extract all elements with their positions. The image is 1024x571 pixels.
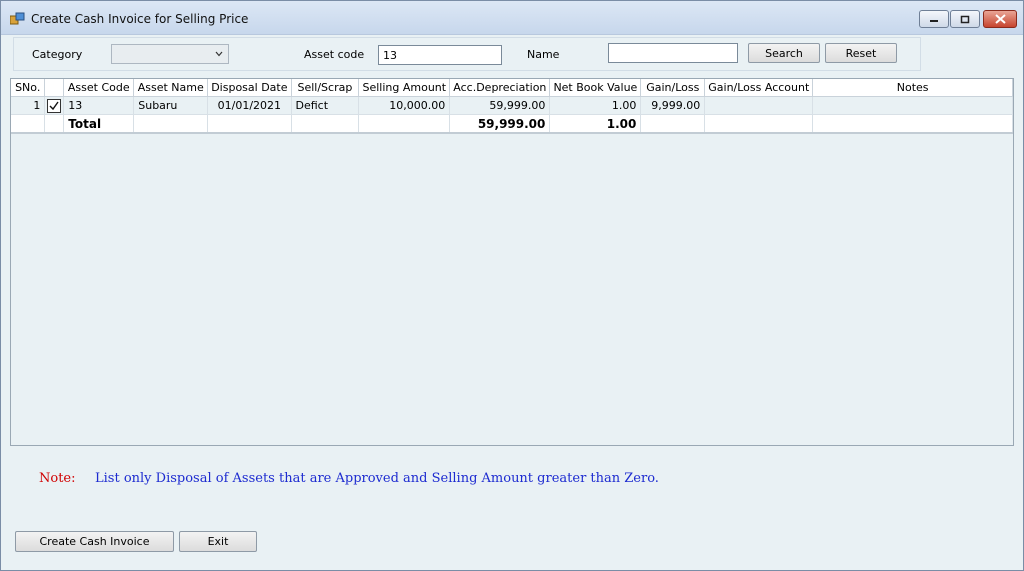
col-acc-depreciation[interactable]: Acc.Depreciation [449,79,551,97]
cell-select[interactable] [44,96,65,115]
cell-disposal-date: 01/01/2021 [207,96,292,115]
checkmark-icon [49,101,59,110]
row-checkbox[interactable] [47,98,62,113]
name-label: Name [527,48,560,61]
cell-sno: 1 [11,96,46,115]
minimize-button[interactable] [919,10,949,28]
total-acc-depreciation: 59,999.00 [449,114,551,134]
search-button[interactable]: Search [748,43,820,63]
col-gain-loss-account[interactable]: Gain/Loss Account [704,79,814,97]
chevron-down-icon [215,51,223,57]
cell-gain-loss: 9,999.00 [640,96,706,115]
cell-acc-depreciation: 59,999.00 [449,96,551,115]
title-bar: Create Cash Invoice for Selling Price [1,1,1023,35]
cell-selling-amount: 10,000.00 [358,96,451,115]
total-cell-gain-loss [640,114,706,134]
table-row[interactable]: 1 13 Subaru 01/01/2021 Defict 10,000.00 … [11,96,1013,115]
maximize-icon [960,15,970,23]
category-dropdown[interactable] [111,44,229,64]
cell-sell-scrap: Defict [291,96,360,115]
app-icon [10,12,25,25]
col-selling-amount[interactable]: Selling Amount [358,79,451,97]
cell-net-book-value: 1.00 [549,96,642,115]
minimize-icon [930,20,938,22]
total-cell-gain-loss-account [704,114,814,134]
col-disposal-date[interactable]: Disposal Date [207,79,292,97]
total-row: Total 59,999.00 1.00 [11,114,1013,134]
category-label: Category [32,48,83,61]
window-title: Create Cash Invoice for Selling Price [31,12,249,26]
total-cell-selling-amount [358,114,451,134]
col-sno[interactable]: SNo. [11,79,46,97]
asset-code-input[interactable] [378,45,502,65]
exit-button[interactable]: Exit [179,531,257,552]
col-sell-scrap[interactable]: Sell/Scrap [291,79,360,97]
total-cell-select [44,114,65,134]
total-cell-notes [812,114,1013,134]
col-asset-code[interactable]: Asset Code [63,79,135,97]
total-label: Total [63,114,135,134]
note-text: List only Disposal of Assets that are Ap… [95,471,659,486]
create-cash-invoice-button[interactable]: Create Cash Invoice [15,531,174,552]
col-notes[interactable]: Notes [812,79,1013,97]
close-button[interactable] [983,10,1017,28]
maximize-button[interactable] [950,10,980,28]
assets-table: SNo. Asset Code Asset Name Disposal Date… [11,79,1013,134]
total-cell-sno [11,114,46,134]
col-asset-name[interactable]: Asset Name [133,79,209,97]
col-gain-loss[interactable]: Gain/Loss [640,79,706,97]
asset-code-label: Asset code [304,48,365,61]
reset-button[interactable]: Reset [825,43,897,63]
total-cell-asset-name [133,114,209,134]
total-net-book-value: 1.00 [549,114,642,134]
cell-notes [812,96,1013,115]
cell-gain-loss-account [704,96,814,115]
total-cell-sell-scrap [291,114,360,134]
note-label: Note: [39,471,76,486]
cell-asset-code: 13 [63,96,135,115]
assets-grid: SNo. Asset Code Asset Name Disposal Date… [10,78,1014,446]
close-icon [994,14,1006,24]
total-cell-disposal-date [207,114,292,134]
app-window: Create Cash Invoice for Selling Price Ca… [0,0,1024,571]
name-input[interactable] [608,43,738,63]
col-select[interactable] [44,79,65,97]
col-net-book-value[interactable]: Net Book Value [549,79,642,97]
table-header: SNo. Asset Code Asset Name Disposal Date… [11,79,1013,97]
cell-asset-name: Subaru [133,96,209,115]
